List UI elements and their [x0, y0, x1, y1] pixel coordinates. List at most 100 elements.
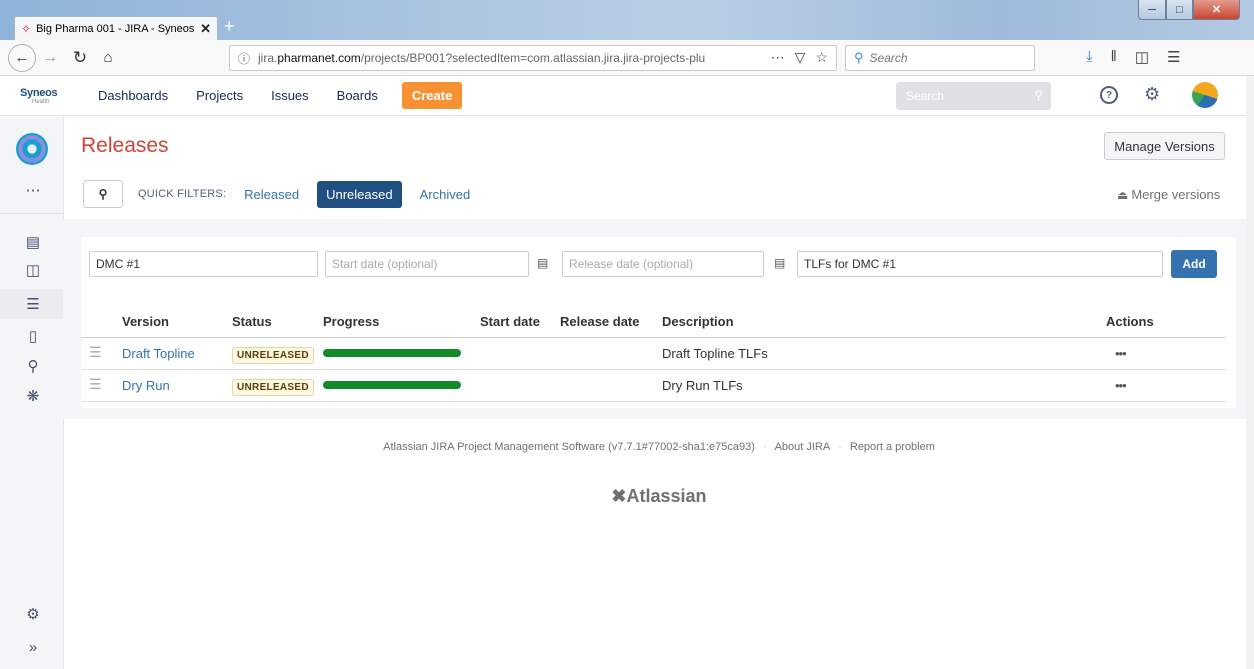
expand-sidebar-icon[interactable]: »: [24, 639, 42, 656]
window-titlebar: ✧ Big Pharma 001 - JIRA - Syneos ✕ + ─ □…: [0, 0, 1254, 40]
status-badge: UNRELEASED: [232, 347, 314, 364]
merge-versions-label: Merge versions: [1131, 187, 1221, 202]
help-icon[interactable]: ?: [1100, 86, 1118, 104]
more-icon[interactable]: ⋯: [24, 181, 42, 199]
reload-icon[interactable]: ↻: [68, 46, 92, 70]
nav-dashboards[interactable]: Dashboards: [98, 88, 168, 103]
window-maximize-button[interactable]: □: [1166, 0, 1193, 20]
filter-search-icon[interactable]: ⚲: [83, 180, 123, 208]
merge-icon: ⏏: [1117, 188, 1129, 202]
nav-projects[interactable]: Projects: [196, 88, 243, 103]
version-link-draft-topline[interactable]: Draft Topline: [122, 346, 195, 361]
issues-search-icon[interactable]: ⚲: [24, 357, 42, 375]
window-close-button[interactable]: ✕: [1193, 0, 1240, 20]
settings-gear-icon[interactable]: ⚙: [1144, 84, 1160, 105]
col-progress[interactable]: Progress: [323, 314, 379, 329]
main-nav: Dashboards Projects Issues Boards Create: [98, 82, 463, 109]
syneos-logo[interactable]: Syneos Health: [20, 87, 70, 105]
board-icon[interactable]: ◫: [24, 261, 42, 279]
url-text[interactable]: jira.pharmanet.com/projects/BP001?select…: [258, 51, 758, 65]
footer: Atlassian JIRA Project Management Softwa…: [383, 441, 935, 453]
create-button[interactable]: Create: [401, 82, 463, 109]
jira-favicon-icon: ✧: [21, 21, 32, 36]
table-header-divider: [81, 337, 1226, 338]
about-jira-link[interactable]: About JIRA: [775, 441, 831, 453]
tab-title: Big Pharma 001 - JIRA - Syneos: [36, 22, 195, 35]
back-icon[interactable]: ←: [8, 43, 36, 72]
description-input[interactable]: TLFs for DMC #1: [797, 251, 1163, 277]
col-actions: Actions: [1106, 314, 1154, 329]
download-icon[interactable]: ⤓: [1086, 48, 1093, 66]
row-actions-menu-icon[interactable]: •••: [1115, 346, 1127, 361]
project-avatar[interactable]: [16, 133, 48, 165]
nav-boards[interactable]: Boards: [337, 88, 378, 103]
nav-issues[interactable]: Issues: [271, 88, 309, 103]
library-icon[interactable]: ‖: [1111, 48, 1117, 66]
backlog-icon[interactable]: ▤: [24, 233, 42, 251]
version-link-dry-run[interactable]: Dry Run: [122, 378, 170, 393]
filter-released[interactable]: Released: [244, 187, 299, 202]
progress-bar: [323, 381, 461, 389]
row-actions-menu-icon[interactable]: •••: [1115, 378, 1127, 393]
window-minimize-button[interactable]: ─: [1138, 0, 1166, 20]
browser-search-input[interactable]: ⚲ Search: [845, 45, 1035, 71]
report-problem-link[interactable]: Report a problem: [850, 441, 935, 453]
filter-unreleased[interactable]: Unreleased: [317, 180, 402, 208]
merge-versions-link[interactable]: ⏏ Merge versions: [1117, 187, 1220, 202]
start-date-calendar-icon[interactable]: ▤: [537, 256, 548, 270]
progress-bar: [323, 349, 461, 357]
release-date-input[interactable]: Release date (optional): [562, 251, 764, 277]
page-actions-icon[interactable]: ⋯: [771, 49, 785, 66]
search-icon[interactable]: ⚲: [1034, 88, 1043, 102]
browser-search-placeholder: Search: [869, 51, 908, 65]
description-cell: Dry Run TLFs: [662, 378, 743, 393]
row-divider: [81, 369, 1226, 370]
project-settings-gear-icon[interactable]: ⚙: [24, 605, 42, 623]
col-status[interactable]: Status: [232, 314, 272, 329]
version-name-input[interactable]: DMC #1: [89, 251, 318, 277]
forward-icon[interactable]: →: [38, 46, 62, 70]
components-icon[interactable]: ❋: [24, 387, 42, 405]
row-divider: [81, 401, 1226, 402]
info-icon[interactable]: ⓘ: [238, 50, 250, 67]
drag-handle-icon[interactable]: ☰: [89, 344, 102, 361]
sidebar-divider: [0, 213, 64, 214]
jira-search-input[interactable]: Search ⚲: [896, 82, 1051, 110]
jira-search-placeholder: Search: [906, 89, 945, 103]
atlassian-logo-text: Atlassian: [626, 486, 707, 506]
pocket-icon[interactable]: ▽: [795, 49, 806, 66]
start-date-input[interactable]: Start date (optional): [325, 251, 529, 277]
logo-subtext: Health: [32, 98, 50, 105]
release-date-calendar-icon[interactable]: ▤: [774, 256, 785, 270]
browser-tab[interactable]: ✧ Big Pharma 001 - JIRA - Syneos ✕: [14, 16, 218, 40]
filter-archived[interactable]: Archived: [420, 187, 471, 202]
status-badge: UNRELEASED: [232, 379, 314, 396]
tab-close-icon[interactable]: ✕: [200, 21, 211, 37]
url-bar[interactable]: ⓘ jira.pharmanet.com/projects/BP001?sele…: [229, 45, 837, 71]
sidebar-toggle-icon[interactable]: ◫: [1135, 48, 1149, 66]
page-title: Releases: [81, 134, 169, 157]
description-cell: Draft Topline TLFs: [662, 346, 768, 361]
col-version[interactable]: Version: [122, 314, 169, 329]
manage-versions-button[interactable]: Manage Versions: [1104, 132, 1225, 160]
logo-text: Syneos: [20, 86, 58, 99]
reports-icon[interactable]: ▯: [24, 327, 42, 345]
col-release-date[interactable]: Release date: [560, 314, 640, 329]
drag-handle-icon[interactable]: ☰: [89, 376, 102, 393]
bookmark-star-icon[interactable]: ☆: [815, 49, 828, 66]
url-domain: pharmanet.com: [277, 51, 361, 65]
footer-software-link[interactable]: Atlassian JIRA Project Management Softwa…: [383, 441, 755, 453]
col-start-date[interactable]: Start date: [480, 314, 540, 329]
page-scrollbar[interactable]: [1246, 76, 1254, 669]
browser-navbar: ← → ↻ ⌂ ⓘ jira.pharmanet.com/projects/BP…: [0, 40, 1254, 76]
quick-filters: ⚲ QUICK FILTERS: Released Unreleased Arc…: [83, 180, 488, 208]
menu-icon[interactable]: ☰: [1167, 48, 1180, 66]
user-avatar[interactable]: [1192, 82, 1218, 108]
new-tab-icon[interactable]: +: [224, 16, 235, 37]
url-path: /projects/BP001?selectedItem=com.atlassi…: [360, 51, 706, 65]
atlassian-logo[interactable]: ✖Atlassian: [0, 486, 1254, 507]
col-description[interactable]: Description: [662, 314, 734, 329]
add-version-button[interactable]: Add: [1171, 250, 1217, 278]
releases-icon[interactable]: ☰: [24, 295, 42, 313]
home-icon[interactable]: ⌂: [96, 46, 120, 70]
